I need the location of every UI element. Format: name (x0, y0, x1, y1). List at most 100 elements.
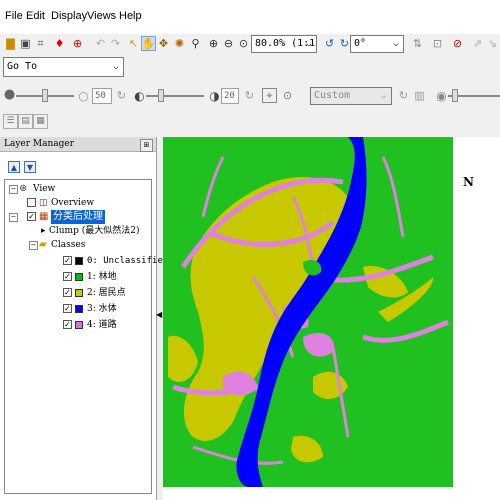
globe-icon: ⊛ (19, 183, 28, 194)
brightness-value[interactable]: 50 (92, 88, 112, 104)
zoom-in-icon[interactable]: ⊕ (206, 36, 221, 51)
folder-icon: ▰ (39, 239, 47, 250)
overview-label: Overview (51, 198, 95, 208)
goto-value: Go To (7, 61, 38, 72)
menu-file[interactable]: File (5, 10, 23, 22)
zoom-fit-icon[interactable]: ⊙ (236, 36, 251, 51)
tree-item-classes[interactable]: − ▰ Classes (7, 238, 147, 252)
menu-views[interactable]: Views (87, 10, 116, 22)
zoom-out-icon[interactable]: ⊖ (221, 36, 236, 51)
reset-brightness-icon[interactable]: ↻ (114, 88, 129, 103)
reset-contrast-icon[interactable]: ↻ (242, 88, 257, 103)
crosshair-icon[interactable]: ⊕ (70, 36, 85, 51)
collapse-panel-handle[interactable]: ◀ (156, 305, 162, 325)
contrast-slider-track[interactable] (146, 95, 204, 97)
rotation-value: 0° (354, 38, 367, 49)
goto-dropdown[interactable]: Go To ⌵ (3, 57, 124, 77)
class-color-swatch[interactable] (75, 273, 83, 281)
view-label: View (33, 184, 56, 194)
collapse-icon[interactable]: − (29, 241, 38, 250)
class-color-swatch[interactable] (75, 321, 83, 329)
contrast-value[interactable]: 20 (221, 88, 239, 104)
layer-label: 分类后处理 (51, 210, 105, 224)
move-layer-up-button[interactable]: ▲ (8, 161, 20, 173)
brightness-icon: ● (3, 87, 16, 102)
arrows-alt-icon[interactable]: ⇘ (485, 36, 500, 51)
class-label: 1: 林地 (87, 272, 117, 282)
zoom-dropdown[interactable]: 80.0% (1:1.3 ⌵ (251, 35, 317, 53)
class-item[interactable]: ✓ 3: 水体 (7, 302, 153, 316)
menu-edit[interactable]: Edit (26, 10, 45, 22)
layer-manager-title-text: Layer Manager (4, 139, 75, 149)
tree-item-layer[interactable]: − ✓ ▦ 分类后处理 (7, 210, 147, 224)
list-view-icon[interactable]: ☰ (3, 114, 18, 129)
overview-icon: ◫ (39, 198, 48, 208)
undo-icon[interactable]: ↶ (93, 36, 108, 51)
class-checkbox[interactable]: ✓ (63, 320, 72, 329)
move-layer-down-button[interactable]: ▼ (24, 161, 36, 173)
crop-icon[interactable]: ⌗ (33, 36, 48, 51)
class-color-swatch[interactable] (75, 305, 83, 313)
chevron-down-icon: ⌵ (381, 91, 387, 101)
overview-checkbox[interactable] (27, 198, 36, 207)
arrows-icon[interactable]: ⇗ (470, 36, 485, 51)
band-icon: ▸ (41, 226, 46, 236)
rotate-icon[interactable]: ✺ (172, 36, 187, 51)
chevron-down-icon: ⌵ (393, 39, 399, 49)
redo-icon[interactable]: ↷ (108, 36, 123, 51)
classified-map-image[interactable] (163, 137, 453, 487)
layer-checkbox[interactable]: ✓ (27, 212, 36, 221)
reset-icon[interactable]: ⊡ (430, 36, 445, 51)
histogram-icon[interactable]: ▥ (412, 88, 427, 103)
class-item[interactable]: ✓ 4: 道路 (7, 318, 153, 332)
refresh-icon[interactable]: ↻ (396, 88, 411, 103)
goto-row: Go To ⌵ (0, 56, 500, 78)
grid-view-icon[interactable]: ▤ (18, 114, 33, 129)
sharpen-slider-thumb[interactable] (452, 89, 458, 102)
flip-icon[interactable]: ⇅ (410, 36, 425, 51)
class-color-swatch[interactable] (75, 257, 83, 265)
tree-item-overview[interactable]: ◫ Overview (7, 196, 147, 210)
collapse-icon[interactable]: − (9, 185, 18, 194)
menu-display[interactable]: Display (51, 10, 87, 22)
stretch-value: Custom (314, 90, 351, 101)
target-icon[interactable]: ⊙ (280, 88, 295, 103)
rotation-dropdown[interactable]: 0° ⌵ (350, 35, 404, 53)
class-checkbox[interactable]: ✓ (63, 304, 72, 313)
class-color-swatch[interactable] (75, 289, 83, 297)
class-checkbox[interactable]: ✓ (63, 256, 72, 265)
chevron-down-icon: ⌵ (113, 62, 119, 72)
class-item[interactable]: ✓ 0: Unclassified (7, 254, 168, 268)
zoom-icon[interactable]: ⚲ (188, 36, 203, 51)
contrast-slider-thumb[interactable] (158, 89, 164, 102)
class-item[interactable]: ✓ 2: 居民点 (7, 286, 153, 300)
rotate-left-icon[interactable]: ↺ (322, 36, 337, 51)
pin-icon[interactable]: ♦ (52, 36, 67, 51)
brightness-slider-thumb[interactable] (42, 89, 48, 102)
vector-icon[interactable]: ⊘ (450, 36, 465, 51)
stretch-icon[interactable]: ⌖ (262, 88, 277, 103)
collapse-icon[interactable]: − (9, 213, 18, 222)
main-toolbar: ▇ ▣ ⌗ ♦ ⊕ ↶ ↷ ↖ ✋ ✥ ✺ ⚲ ⊕ ⊖ ⊙ 80.0% (1:1… (0, 34, 500, 54)
class-item[interactable]: ✓ 1: 林地 (7, 270, 153, 284)
layer-tree: − ⊛ View ◫ Overview − ✓ ▦ 分类后处理 ▸ Clump … (4, 179, 168, 494)
circle-icon: ○ (78, 88, 89, 103)
contrast-half-icon: ◑ (209, 88, 220, 103)
menu-help[interactable]: Help (119, 10, 142, 22)
open-folder-icon[interactable]: ▇ (3, 36, 18, 51)
class-checkbox[interactable]: ✓ (63, 288, 72, 297)
pin-panel-icon[interactable]: ⊞ (140, 139, 153, 152)
copy-icon[interactable]: ▣ (18, 36, 33, 51)
tree-item-view[interactable]: − ⊛ View (7, 182, 147, 196)
stretch-dropdown[interactable]: Custom ⌵ (310, 87, 392, 105)
fixed-zoom-icon[interactable]: ✥ (156, 36, 171, 51)
pan-hand-icon[interactable]: ✋ (141, 36, 156, 51)
class-label: 3: 水体 (87, 304, 117, 314)
raster-layer-icon: ▦ (39, 211, 49, 222)
small-toolbar: ☰ ▤ ▦ (0, 112, 500, 132)
select-pointer-icon[interactable]: ↖ (126, 36, 141, 51)
table-view-icon[interactable]: ▦ (33, 114, 48, 129)
image-viewer[interactable]: N (163, 137, 500, 500)
contrast-icon: ◐ (134, 88, 145, 103)
class-checkbox[interactable]: ✓ (63, 272, 72, 281)
